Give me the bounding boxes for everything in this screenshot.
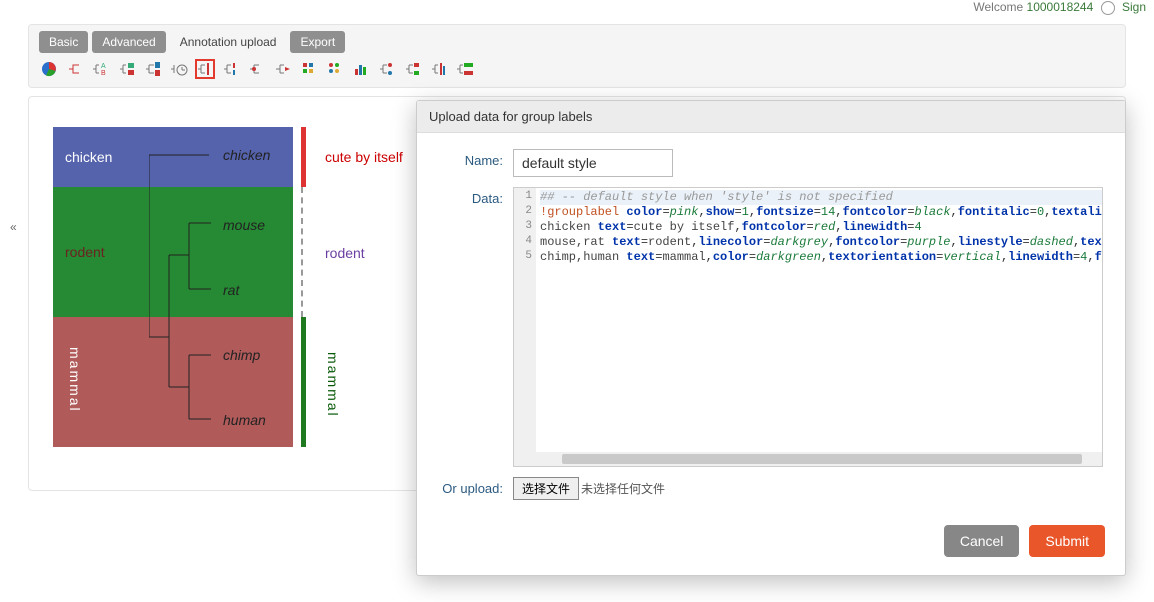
strip-chicken	[301, 127, 306, 187]
tab-annotation-upload[interactable]: Annotation upload	[170, 31, 287, 53]
group-label-mammal: mammal	[67, 347, 83, 413]
choose-file-button[interactable]: 选择文件	[513, 477, 579, 500]
upload-label: Or upload:	[439, 477, 513, 500]
bar-icon[interactable]	[351, 59, 371, 79]
code-line-5: chimp,human text=mammal,color=darkgreen,…	[540, 250, 1102, 265]
pie-chart-icon[interactable]	[39, 59, 59, 79]
leaf-timeline-icon[interactable]	[169, 59, 189, 79]
group-label-rodent: rodent	[65, 244, 105, 260]
strip-mammal	[301, 317, 306, 447]
dot-plot-icon[interactable]	[377, 59, 397, 79]
code-line-1: ## -- default style when 'style' is not …	[540, 190, 893, 204]
tree-icon[interactable]	[403, 59, 423, 79]
color-strip-icon[interactable]	[299, 59, 319, 79]
sign-link[interactable]: Sign	[1122, 0, 1146, 14]
top-user-bar: Welcome 1000018244 Sign	[0, 0, 1154, 18]
tab-basic[interactable]: Basic	[39, 31, 88, 53]
data-label: Data:	[439, 187, 513, 467]
upload-dialog: Upload data for group labels Name: Data:…	[416, 100, 1126, 576]
svg-text:B: B	[101, 70, 106, 77]
leaf-rat: rat	[223, 282, 239, 298]
leaf-chimp: chimp	[223, 347, 260, 363]
leaf-human: human	[223, 412, 266, 428]
no-file-text: 未选择任何文件	[581, 482, 665, 496]
name-input[interactable]	[513, 149, 673, 177]
code-line-3: chicken text=cute by itself,fontcolor=re…	[540, 220, 1102, 235]
collapse-sidebar-chevron[interactable]: «	[10, 220, 17, 234]
column-plot-icon[interactable]	[429, 59, 449, 79]
main-tabs: Basic Advanced Annotation upload Export	[39, 31, 1115, 53]
protein-domain-icon[interactable]	[455, 59, 475, 79]
dendrogram-lines	[149, 127, 229, 447]
toolbar-panel: Basic Advanced Annotation upload Export …	[28, 24, 1126, 88]
user-id: 1000018244	[1027, 0, 1094, 14]
bootstrap-icon[interactable]	[247, 59, 267, 79]
code-content[interactable]: ## -- default style when 'style' is not …	[540, 190, 1102, 265]
globe-icon[interactable]	[1101, 1, 1115, 15]
code-gutter: 12345	[514, 188, 536, 466]
collapse-icon[interactable]	[273, 59, 293, 79]
svg-text:A: A	[101, 63, 106, 70]
welcome-text: Welcome	[973, 0, 1023, 14]
strip-rodent	[301, 187, 306, 317]
heatmap-icon[interactable]	[325, 59, 345, 79]
cancel-button[interactable]: Cancel	[944, 525, 1020, 557]
name-label: Name:	[439, 149, 513, 177]
right-label-cute: cute by itself	[325, 149, 403, 165]
right-label-rodent: rodent	[325, 245, 365, 261]
group-brace-icon[interactable]	[221, 59, 241, 79]
code-line-4: mouse,rat text=rodent,linecolor=darkgrey…	[540, 235, 1102, 250]
leaf-chicken: chicken	[223, 147, 270, 163]
leaf-color-icon[interactable]	[143, 59, 163, 79]
dialog-title: Upload data for group labels	[417, 101, 1125, 133]
group-label-chicken: chicken	[65, 149, 112, 165]
branch-color-icon[interactable]	[65, 59, 85, 79]
group-label-icon[interactable]	[195, 59, 215, 79]
code-h-scrollbar[interactable]	[536, 452, 1102, 466]
annotation-toolbar: AB	[39, 59, 1115, 79]
code-line-2: !grouplabel color=pink,show=1,fontsize=1…	[540, 205, 1102, 220]
leaf-label-ab-icon[interactable]: AB	[91, 59, 111, 79]
right-label-mammal: mammal	[325, 352, 341, 418]
leaf-mouse: mouse	[223, 217, 265, 233]
leaf-label-color-icon[interactable]	[117, 59, 137, 79]
tab-export[interactable]: Export	[290, 31, 345, 53]
code-editor[interactable]: 12345 ## -- default style when 'style' i…	[513, 187, 1103, 467]
submit-button[interactable]: Submit	[1029, 525, 1105, 557]
tab-advanced[interactable]: Advanced	[92, 31, 165, 53]
